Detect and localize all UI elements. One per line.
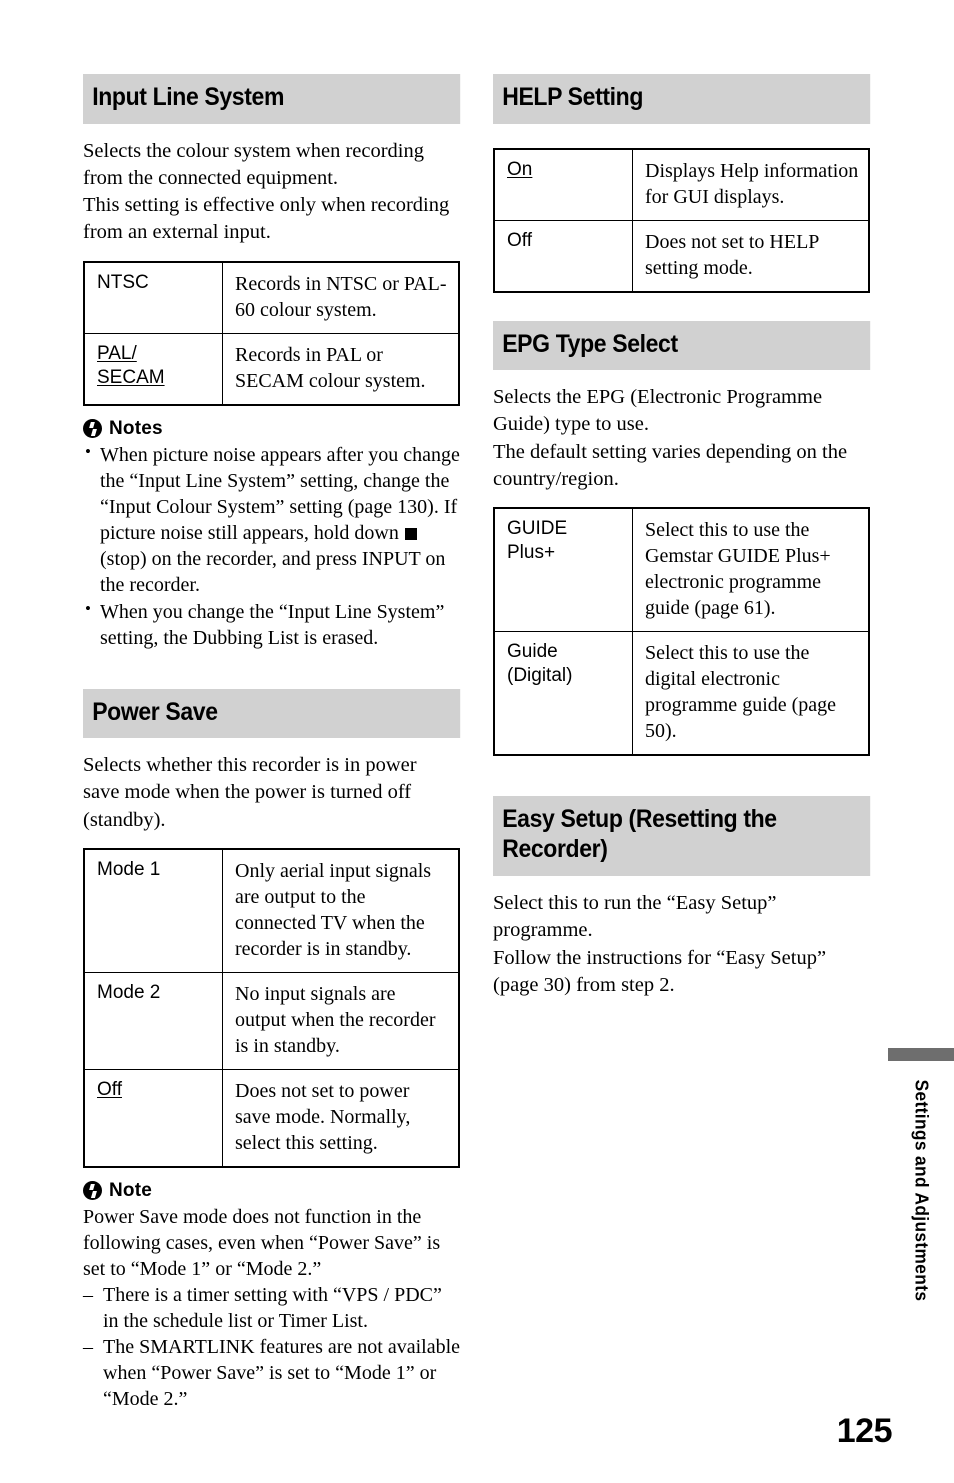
body-line: Select this to run the “Easy Setup” (493, 892, 777, 914)
option-term: Mode 1 (83, 848, 223, 973)
intro-line: This setting is effective only when reco… (83, 194, 450, 216)
option-description: Records in NTSC or PAL-60 colour system. (222, 261, 460, 334)
option-description: Select this to use the Gemstar GUIDE Plu… (632, 507, 870, 632)
option-term: Off (83, 1068, 223, 1168)
option-description: Select this to use the digital electroni… (632, 631, 870, 756)
body-line: Follow the instructions for “Easy Setup” (493, 946, 827, 969)
note-title: Note (109, 1179, 153, 1201)
option-term-text: Off (97, 1078, 122, 1100)
intro-line: Selects the EPG (Electronic Programme (493, 386, 823, 408)
power-save-note-paragraph: Power Save mode does not function in the… (83, 1205, 441, 1280)
option-description: Does not set to power save mode. Normall… (222, 1068, 460, 1168)
intro-line: The default setting varies depending on … (493, 440, 848, 463)
option-term-text: (Digital) (507, 665, 573, 687)
epg-type-select-intro: Selects the EPG (Electronic Programme Gu… (493, 384, 870, 493)
option-term: NTSC (83, 261, 223, 334)
option-description: Records in PAL or SECAM colour system. (222, 332, 460, 405)
option-term-text: On (507, 158, 533, 180)
body-line: programme. (493, 919, 593, 942)
notes-title: Notes (109, 417, 163, 439)
input-line-system-intro: Selects the colour system when recording… (83, 138, 460, 247)
option-term-text: Mode 2 (97, 981, 161, 1003)
option-description: No input signals are output when the rec… (222, 971, 460, 1070)
right-column: HELP Setting On Displays Help informatio… (493, 74, 871, 1013)
epg-type-select-table: GUIDE Plus+ Select this to use the Gemst… (493, 507, 870, 756)
intro-line: Selects the colour system when recording (83, 139, 425, 162)
side-tab-label: Settings and Adjustments (911, 1079, 932, 1302)
side-tab-bar (888, 1048, 954, 1061)
intro-line: country/region. (493, 467, 619, 490)
list-item: The SMARTLINK features are not available… (83, 1334, 460, 1412)
option-term-text: Off (507, 229, 532, 251)
intro-line: Selects whether this recorder is in powe… (83, 754, 417, 776)
option-term-text: GUIDE (507, 518, 568, 539)
intro-line: from an external input. (83, 221, 271, 244)
stop-square-icon (404, 527, 417, 540)
option-term-text: Guide (507, 641, 558, 662)
body-line: (page 30) from step 2. (493, 973, 675, 996)
power-save-note-list: There is a timer setting with “VPS / PDC… (83, 1282, 460, 1412)
input-line-system-table: NTSC Records in NTSC or PAL-60 colour sy… (83, 260, 460, 406)
table-row: PAL/ SECAM Records in PAL or SECAM colou… (83, 332, 460, 405)
left-column: Input Line System Selects the colour sys… (83, 74, 460, 1412)
intro-line: Guide) type to use. (493, 413, 649, 436)
intro-line: from the connected equipment. (83, 166, 339, 189)
note-text-part: (stop) on the recorder, and press INPUT … (100, 547, 446, 596)
note-lightning-icon (83, 1181, 102, 1201)
option-term-text: NTSC (97, 271, 149, 293)
section-heading-epg-type-select: EPG Type Select (493, 320, 871, 370)
table-row: Guide (Digital) Select this to use the d… (493, 631, 870, 756)
option-term: Off (493, 219, 633, 292)
table-row: GUIDE Plus+ Select this to use the Gemst… (493, 507, 870, 632)
option-term: PAL/ SECAM (83, 332, 223, 405)
option-term-text: SECAM (97, 366, 165, 388)
note-header: Note (83, 1180, 460, 1202)
document-page: Input Line System Selects the colour sys… (0, 0, 954, 1483)
heading-line: Recorder) (502, 834, 608, 863)
option-term: Guide (Digital) (493, 631, 633, 756)
note-lightning-icon (83, 419, 102, 438)
option-description: Does not set to HELP setting mode. (632, 219, 870, 292)
list-item: When you change the “Input Line System” … (83, 598, 460, 651)
table-row: On Displays Help information for GUI dis… (493, 148, 870, 221)
option-term-text: PAL/ (97, 342, 137, 364)
option-description: Displays Help information for GUI displa… (632, 148, 870, 221)
note-text-part: When you change the “Input Line System” … (100, 600, 445, 649)
section-heading-help-setting: HELP Setting (493, 74, 871, 124)
option-term: Mode 2 (83, 971, 223, 1070)
help-setting-table: On Displays Help information for GUI dis… (493, 147, 870, 293)
page-number: 125 (836, 1412, 893, 1450)
notes-header: Notes (83, 418, 460, 440)
intro-line: (standby). (83, 808, 166, 831)
table-row: NTSC Records in NTSC or PAL-60 colour sy… (83, 261, 460, 334)
chapter-side-tab: Settings and Adjustments (888, 1048, 954, 1311)
section-heading-power-save: Power Save (83, 688, 461, 738)
easy-setup-body: Select this to run the “Easy Setup” prog… (493, 890, 870, 999)
option-description: Only aerial input signals are output to … (222, 848, 460, 973)
table-row: Mode 2 No input signals are output when … (83, 971, 460, 1070)
option-term-text: Plus+ (507, 542, 556, 564)
table-row: Off Does not set to HELP setting mode. (493, 219, 870, 292)
heading-line: Easy Setup (Resetting the (502, 805, 777, 833)
table-row: Mode 1 Only aerial input signals are out… (83, 848, 460, 973)
section-heading-input-line-system: Input Line System (83, 74, 461, 124)
power-save-intro: Selects whether this recorder is in powe… (83, 752, 460, 834)
option-term: GUIDE Plus+ (493, 507, 633, 632)
input-line-system-notes: When picture noise appears after you cha… (83, 441, 460, 651)
option-term: On (493, 148, 633, 221)
list-item: There is a timer setting with “VPS / PDC… (83, 1282, 460, 1334)
intro-line: save mode when the power is turned off (83, 781, 412, 804)
section-heading-easy-setup: Easy Setup (Resetting the Recorder) (493, 796, 871, 876)
table-row: Off Does not set to power save mode. Nor… (83, 1068, 460, 1168)
list-item: When picture noise appears after you cha… (83, 441, 460, 598)
option-term-text: Mode 1 (97, 858, 161, 880)
power-save-table: Mode 1 Only aerial input signals are out… (83, 847, 460, 1168)
